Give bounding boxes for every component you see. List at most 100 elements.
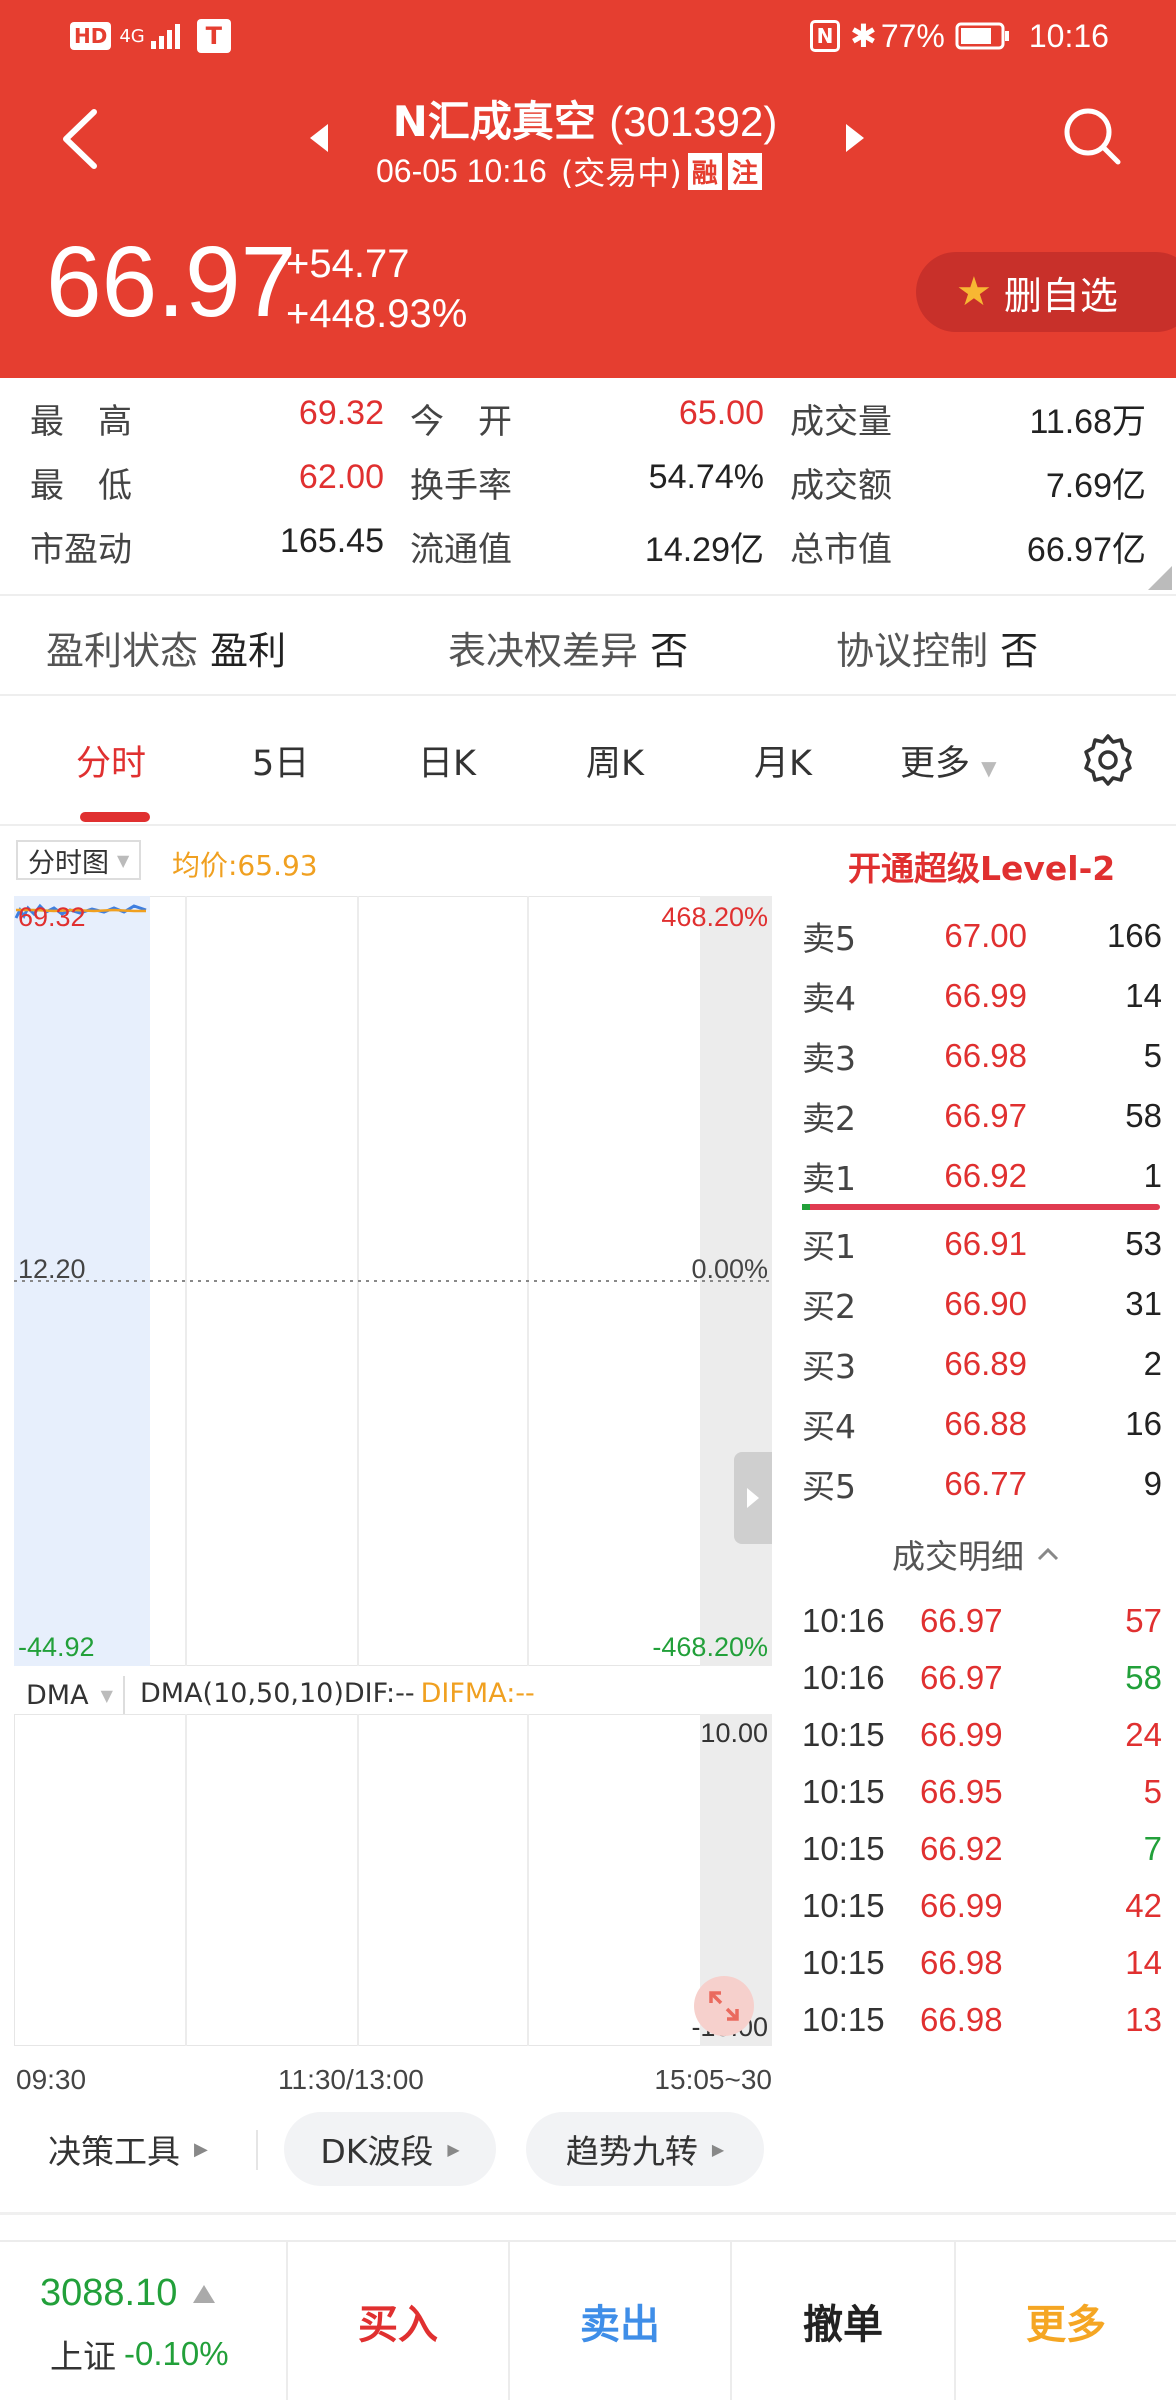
profile-value: 否	[650, 629, 689, 673]
stat-label: 今 开	[410, 402, 512, 442]
bid-level-row[interactable]: 买4 66.88 16	[802, 1394, 1162, 1454]
index-name-row: 上证 -0.10%	[50, 2330, 229, 2378]
profile-item-profit[interactable]: 盈利状态 盈利	[46, 620, 286, 675]
stock-name: N汇成真空	[392, 97, 596, 146]
stat-value: 65.00	[678, 394, 764, 432]
level-label: 买1	[802, 1227, 856, 1266]
collapse-orderbook-handle[interactable]	[734, 1452, 772, 1544]
note-badge: 注	[727, 152, 762, 190]
profile-value: 否	[1000, 629, 1039, 673]
trade-price: 66.97	[920, 1658, 1003, 1696]
quote-header: HD 4G T N ✱ 77% 10:16 N汇成真空 (301392) 06-…	[0, 0, 1176, 378]
status-bar-left: HD 4G T	[70, 14, 231, 58]
level-volume: 166	[1106, 917, 1162, 954]
bid-level-row[interactable]: 买2 66.90 31	[802, 1274, 1162, 1334]
level-label: 卖5	[802, 919, 856, 958]
fullscreen-button[interactable]	[694, 1976, 754, 2036]
ask-level-row[interactable]: 卖5 67.00 166	[802, 906, 1162, 966]
stat-label: 最 高	[30, 402, 132, 442]
next-stock-icon[interactable]	[842, 122, 868, 154]
trade-row: 10:16 66.97 58	[802, 1649, 1162, 1706]
trade-volume: 7	[1143, 1829, 1162, 1867]
level-label: 卖1	[802, 1159, 856, 1198]
level-price: 66.92	[944, 1157, 1027, 1194]
dma-chart[interactable]	[14, 1714, 772, 2046]
trade-detail-toggle[interactable]: 成交明细	[892, 1530, 1060, 1578]
tab-5day[interactable]: 5日	[252, 735, 309, 786]
back-icon[interactable]	[56, 106, 106, 172]
search-icon[interactable]	[1060, 104, 1124, 168]
hd-badge: HD	[70, 22, 112, 50]
trade-row: 10:16 66.97 57	[802, 1592, 1162, 1649]
trade-detail-title: 成交明细	[892, 1537, 1024, 1576]
trade-time: 10:15	[802, 1943, 885, 1981]
stat-label: 最 低	[30, 466, 132, 506]
expand-corner-icon[interactable]	[1148, 566, 1172, 590]
tab-daily-k[interactable]: 日K	[418, 735, 476, 786]
decision-tools-button[interactable]: 决策工具 ▶	[48, 2112, 208, 2186]
tab-intraday[interactable]: 分时	[76, 735, 146, 786]
tab-monthly-k[interactable]: 月K	[754, 735, 812, 786]
trade-time: 10:15	[802, 1772, 885, 1810]
trend-nine-button[interactable]: 趋势九转 ▶	[526, 2112, 764, 2186]
trade-volume: 57	[1125, 1601, 1162, 1639]
bid-level-row[interactable]: 买1 66.91 53	[802, 1214, 1162, 1274]
tool-label: 趋势九转	[565, 2132, 698, 2171]
bid-level-row[interactable]: 买3 66.89 2	[802, 1334, 1162, 1394]
stat-label: 成交额	[790, 466, 892, 506]
trading-state: (交易中)	[560, 154, 682, 192]
chart-type-selector[interactable]: 分时图 ▼	[16, 840, 142, 880]
ask-level-row[interactable]: 卖4 66.99 14	[802, 966, 1162, 1026]
bid-level-row[interactable]: 买5 66.77 9	[802, 1454, 1162, 1514]
level-volume: 58	[1125, 1097, 1162, 1134]
prev-stock-icon[interactable]	[306, 122, 332, 154]
ask-level-row[interactable]: 卖2 66.97 58	[802, 1086, 1162, 1146]
level-volume: 53	[1125, 1225, 1162, 1262]
app-notification-icon: T	[196, 19, 231, 53]
nfc-icon: N	[810, 20, 840, 52]
divider	[0, 694, 1176, 696]
x-label-open: 09:30	[16, 2064, 87, 2095]
sell-button[interactable]: 卖出	[508, 2242, 730, 2400]
remove-watchlist-button[interactable]: ★ 删自选	[916, 252, 1176, 332]
ask-level-row[interactable]: 卖3 66.98 5	[802, 1026, 1162, 1086]
level-price: 66.89	[944, 1345, 1027, 1382]
level-price: 67.00	[944, 917, 1027, 954]
level-label: 卖2	[802, 1099, 856, 1138]
trade-price: 66.97	[920, 1601, 1003, 1639]
dropdown-icon: ▼	[117, 850, 130, 870]
stat-value: 11.68万	[1029, 403, 1146, 441]
buy-button[interactable]: 买入	[286, 2242, 508, 2400]
stat-value: 165.45	[280, 522, 384, 560]
trade-time: 10:15	[802, 1829, 885, 1867]
level-price: 66.77	[944, 1465, 1027, 1502]
network-badge: 4G	[119, 25, 145, 47]
profile-item-voting[interactable]: 表决权差异 否	[448, 620, 688, 675]
indicator-selector[interactable]: DMA ▼	[16, 1676, 125, 1714]
profile-label: 盈利状态	[46, 629, 199, 673]
cancel-order-button[interactable]: 撤单	[730, 2242, 954, 2400]
index-value: 3088.10	[40, 2272, 178, 2314]
level-label: 买5	[802, 1467, 856, 1506]
level2-upsell-link[interactable]: 开通超级Level-2	[848, 842, 1115, 890]
index-ticker[interactable]: 3088.10 上证 -0.10%	[0, 2242, 286, 2400]
chevron-right-icon	[747, 1488, 759, 1508]
profile-item-vie[interactable]: 协议控制 否	[836, 620, 1038, 675]
stat-value: 69.32	[298, 394, 384, 432]
tool-label: DK波段	[320, 2132, 434, 2171]
trade-volume: 13	[1125, 2000, 1162, 2038]
active-tab-indicator	[80, 812, 150, 822]
ask-level-row[interactable]: 卖1 66.92 1	[802, 1146, 1162, 1206]
trade-row: 10:15 66.99 24	[802, 1706, 1162, 1763]
more-actions-button[interactable]: 更多	[954, 2242, 1176, 2400]
tab-weekly-k[interactable]: 周K	[586, 735, 644, 786]
trade-row: 10:15 66.98 14	[802, 1934, 1162, 1991]
remove-watchlist-label: 删自选	[1003, 273, 1118, 318]
tab-more[interactable]: 更多 ▼	[900, 735, 997, 786]
settings-icon[interactable]	[1080, 732, 1136, 788]
level-label: 卖3	[802, 1039, 856, 1078]
battery-icon	[955, 22, 1009, 50]
level-volume: 14	[1125, 977, 1162, 1014]
dk-band-button[interactable]: DK波段 ▶	[284, 2112, 496, 2186]
trade-time: 10:15	[802, 2000, 885, 2038]
